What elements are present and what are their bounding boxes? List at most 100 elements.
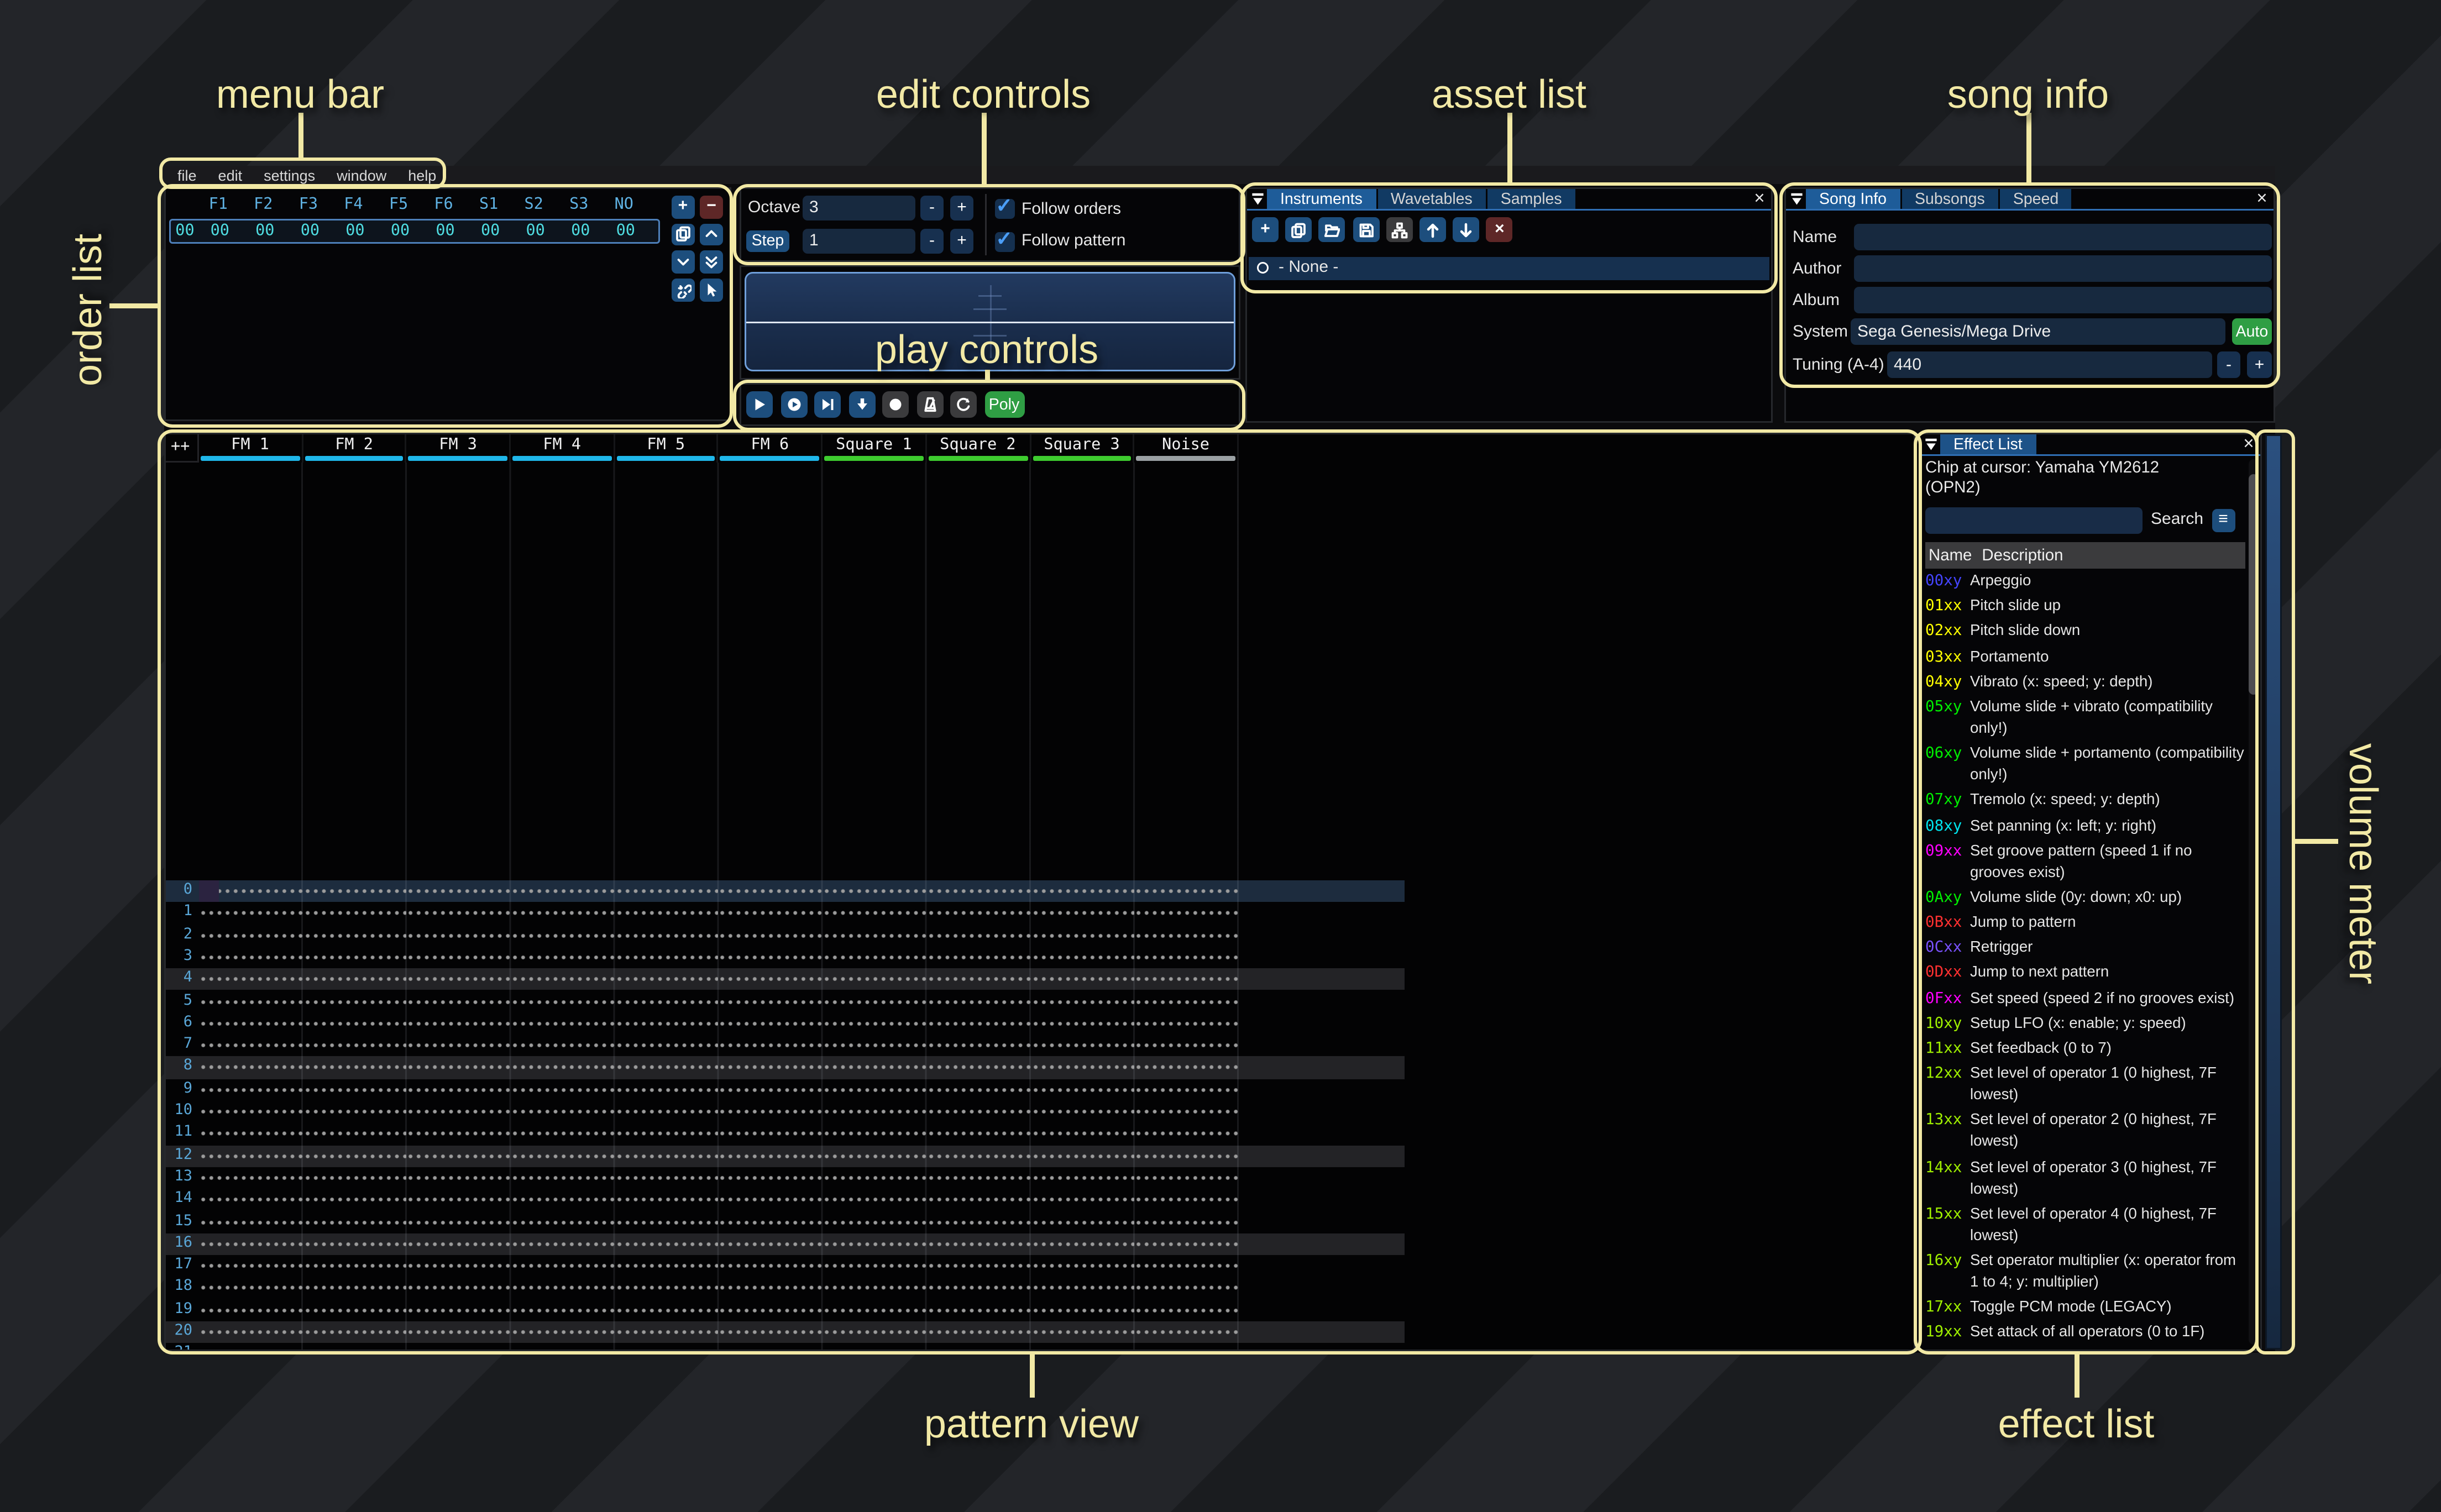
pattern-cell[interactable] (511, 1343, 615, 1351)
pattern-cell[interactable] (1135, 1079, 1239, 1101)
pattern-cell[interactable] (407, 1277, 511, 1299)
pattern-cell[interactable] (615, 1101, 719, 1123)
pattern-cell[interactable] (1135, 1167, 1239, 1189)
pattern-cell[interactable] (615, 1343, 719, 1351)
pattern-cell[interactable] (1031, 1079, 1135, 1101)
pattern-cell[interactable] (1031, 1167, 1135, 1189)
pattern-cell[interactable] (823, 1123, 926, 1145)
pattern-cell[interactable] (615, 1167, 719, 1189)
add-button[interactable]: + (671, 196, 694, 218)
pattern-cell[interactable] (199, 1277, 303, 1299)
channel-header-fm-4[interactable]: FM 4 (511, 434, 615, 463)
pattern-cell[interactable] (615, 1211, 719, 1233)
pattern-cell[interactable] (1031, 991, 1135, 1013)
channel-header-fm-3[interactable]: FM 3 (407, 434, 511, 463)
auto-system-button[interactable]: Auto (2232, 318, 2272, 345)
pattern-cell[interactable] (823, 1343, 926, 1351)
pattern-cell[interactable] (615, 1321, 719, 1343)
channel-header-square-3[interactable]: Square 3 (1031, 434, 1135, 463)
pattern-cell[interactable] (1031, 1211, 1135, 1233)
pattern-cell[interactable] (303, 1211, 407, 1233)
pattern-cell[interactable] (719, 1299, 823, 1321)
pattern-cell[interactable] (823, 1035, 926, 1057)
metronome-button[interactable] (916, 391, 943, 418)
pattern-cell[interactable] (1031, 1255, 1135, 1277)
pattern-cell[interactable] (407, 1167, 511, 1189)
pattern-cell[interactable] (615, 991, 719, 1013)
pattern-cell[interactable] (1135, 1123, 1239, 1145)
pattern-cell[interactable] (303, 925, 407, 947)
pattern-cell[interactable] (615, 902, 719, 925)
pattern-cell[interactable] (615, 969, 719, 991)
pattern-cell[interactable] (511, 1123, 615, 1145)
pattern-cell[interactable] (407, 1057, 511, 1079)
pattern-cell[interactable] (511, 1277, 615, 1299)
pattern-cell[interactable] (719, 1035, 823, 1057)
play-button[interactable] (746, 391, 773, 418)
order-value[interactable]: 00 (287, 222, 333, 240)
pattern-cell[interactable] (1135, 1012, 1239, 1035)
tab-samples[interactable]: Samples (1487, 189, 1575, 209)
pattern-cell[interactable] (615, 880, 719, 902)
pattern-cell[interactable] (303, 1123, 407, 1145)
pattern-cell[interactable] (407, 1189, 511, 1211)
pattern-cell[interactable] (1031, 969, 1135, 991)
octave-decrement-button[interactable]: - (920, 196, 944, 221)
pattern-cell[interactable] (926, 1189, 1030, 1211)
pattern-cell[interactable] (1031, 947, 1135, 969)
remove-button[interactable]: − (700, 196, 723, 218)
tab-wavetables[interactable]: Wavetables (1377, 189, 1486, 209)
album-field[interactable] (1854, 287, 2272, 313)
pattern-cell[interactable] (823, 947, 926, 969)
pattern-cell[interactable] (1135, 1299, 1239, 1321)
arrow-up-button[interactable] (1419, 217, 1446, 242)
pattern-cell[interactable] (719, 1079, 823, 1101)
pattern-cell[interactable] (407, 1299, 511, 1321)
pattern-cell[interactable] (407, 1233, 511, 1255)
pattern-cell[interactable] (823, 969, 926, 991)
collapse-button[interactable] (1786, 189, 1806, 209)
system-field[interactable] (1851, 318, 2225, 345)
pattern-cell[interactable] (719, 1233, 823, 1255)
pattern-cell[interactable] (719, 1012, 823, 1035)
pattern-cell[interactable] (511, 1211, 615, 1233)
pattern-cell[interactable] (511, 1101, 615, 1123)
pattern-cell[interactable] (303, 1343, 407, 1351)
order-value[interactable]: 00 (333, 222, 378, 240)
pattern-cell[interactable] (1135, 880, 1239, 902)
pattern-cell[interactable] (199, 991, 303, 1013)
pattern-cell[interactable] (823, 925, 926, 947)
pattern-cell[interactable] (615, 1145, 719, 1167)
pattern-cell[interactable] (926, 1211, 1030, 1233)
pattern-cell[interactable] (1031, 925, 1135, 947)
pattern-cell[interactable] (199, 1233, 303, 1255)
pattern-cell[interactable] (303, 991, 407, 1013)
pattern-cell[interactable] (199, 1145, 303, 1167)
pattern-cell[interactable] (823, 1189, 926, 1211)
pattern-cell[interactable] (1135, 902, 1239, 925)
pattern-cell[interactable] (719, 1057, 823, 1079)
pattern-cell[interactable] (926, 1233, 1030, 1255)
pattern-cell[interactable] (719, 902, 823, 925)
pattern-cell[interactable] (1031, 1321, 1135, 1343)
pattern-cell[interactable] (199, 1167, 303, 1189)
pattern-cell[interactable] (407, 1012, 511, 1035)
move-down-button[interactable] (671, 251, 694, 274)
pattern-cell[interactable] (615, 1012, 719, 1035)
pattern-cell[interactable] (926, 991, 1030, 1013)
pattern-cell[interactable] (1135, 1057, 1239, 1079)
pattern-cell[interactable] (303, 1189, 407, 1211)
pattern-cell[interactable] (1135, 1343, 1239, 1351)
pattern-cell[interactable] (407, 1343, 511, 1351)
double-move-down-button[interactable] (700, 251, 723, 274)
pattern-cell[interactable] (926, 1167, 1030, 1189)
author-field[interactable] (1854, 255, 2272, 282)
tab-instruments[interactable]: Instruments (1267, 189, 1376, 209)
pattern-cell[interactable] (926, 1035, 1030, 1057)
follow-orders-checkbox[interactable]: ✓ Follow orders (995, 196, 1121, 222)
order-value[interactable]: 00 (603, 222, 648, 240)
pattern-cell[interactable] (303, 1035, 407, 1057)
pattern-cell[interactable] (926, 1255, 1030, 1277)
pattern-cell[interactable] (926, 1145, 1030, 1167)
pattern-cell[interactable] (1135, 925, 1239, 947)
